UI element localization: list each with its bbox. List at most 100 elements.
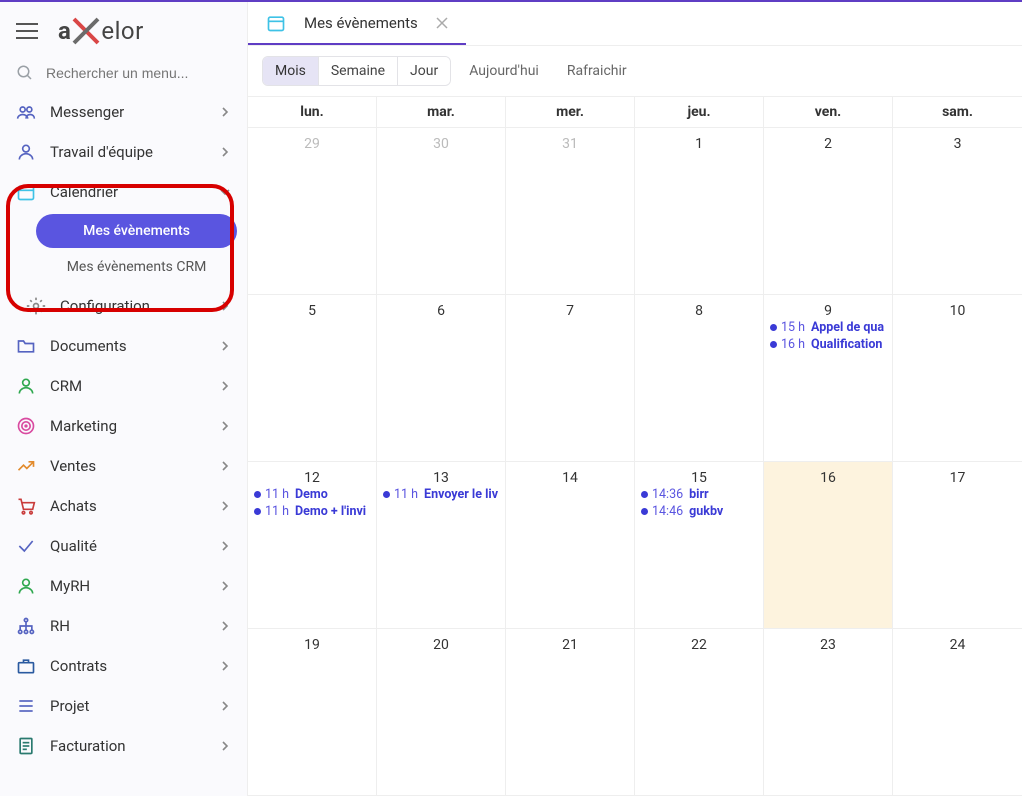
calendar-event[interactable]: 16 hQualification — [768, 336, 888, 353]
sidebar-item-crm[interactable]: CRM — [0, 366, 247, 406]
calendar-cell[interactable]: 1 — [635, 128, 764, 295]
calendar-cell[interactable]: 14 — [506, 462, 635, 629]
event-time: 15 h — [781, 320, 805, 335]
nav: MessengerTravail d'équipeCalendrierMes é… — [0, 92, 247, 796]
sidebar-subitem-mes-v-nements[interactable]: Mes évènements — [36, 214, 237, 248]
chevron-right-icon — [219, 580, 231, 592]
sidebar-item-ventes[interactable]: Ventes — [0, 446, 247, 486]
close-icon[interactable] — [436, 17, 448, 29]
calendar-event[interactable]: 14:36birr — [639, 486, 759, 503]
event-time: 16 h — [781, 337, 805, 352]
calendar-cell[interactable]: 17 — [893, 462, 1022, 629]
sidebar-item-configuration[interactable]: Configuration — [0, 286, 247, 326]
calendar-cell[interactable]: 3 — [893, 128, 1022, 295]
sidebar-item-travail-d-quipe[interactable]: Travail d'équipe — [0, 132, 247, 172]
search-input[interactable] — [46, 65, 231, 81]
chevron-right-icon — [219, 500, 231, 512]
day-number: 29 — [252, 132, 372, 152]
calendar-cell[interactable]: 1311 hEnvoyer le liv — [377, 462, 506, 629]
calendar-event[interactable]: 14:46gukbv — [639, 503, 759, 520]
day-number: 7 — [510, 299, 630, 319]
day-number: 13 — [381, 466, 501, 486]
sidebar-item-projet[interactable]: Projet — [0, 686, 247, 726]
calendar-cell[interactable]: 20 — [377, 629, 506, 796]
calendar-cell[interactable]: 21 — [506, 629, 635, 796]
calendar-cell[interactable]: 5 — [248, 295, 377, 462]
calendar-event[interactable]: 11 hDemo + l'invi — [252, 503, 372, 520]
sidebar-subitem-mes-v-nements-crm[interactable]: Mes évènements CRM — [36, 250, 237, 284]
sidebar-item-documents[interactable]: Documents — [0, 326, 247, 366]
calendar-cell[interactable]: 8 — [635, 295, 764, 462]
brand-logo[interactable]: a elor — [58, 16, 144, 46]
calendar-cell[interactable]: 31 — [506, 128, 635, 295]
calendar-cell[interactable]: 22 — [635, 629, 764, 796]
sidebar-item-label: Contrats — [50, 657, 107, 675]
cart-icon — [16, 496, 36, 516]
calendar-icon — [16, 182, 36, 202]
view-segment: MoisSemaineJour — [262, 56, 451, 86]
tab-my-events[interactable]: Mes évènements — [248, 2, 466, 45]
day-number: 23 — [768, 633, 888, 653]
calendar-event[interactable]: 11 hDemo — [252, 486, 372, 503]
calendar-cell[interactable]: 915 hAppel de qua16 hQualification — [764, 295, 893, 462]
view-mois-button[interactable]: Mois — [263, 57, 319, 85]
check-icon — [16, 536, 36, 556]
calendar-event[interactable]: 11 hEnvoyer le liv — [381, 486, 501, 503]
calendar-cell[interactable]: 19 — [248, 629, 377, 796]
sidebar-item-myrh[interactable]: MyRH — [0, 566, 247, 606]
sidebar-item-contrats[interactable]: Contrats — [0, 646, 247, 686]
chevron-right-icon — [219, 106, 231, 118]
sidebar-item-achats[interactable]: Achats — [0, 486, 247, 526]
briefcase-icon — [16, 656, 36, 676]
day-number: 22 — [639, 633, 759, 653]
view-semaine-button[interactable]: Semaine — [319, 57, 398, 85]
calendar-cell[interactable]: 16 — [764, 462, 893, 629]
sidebar-item-marketing[interactable]: Marketing — [0, 406, 247, 446]
event-title: Envoyer le liv — [424, 487, 498, 502]
menu-toggle-icon[interactable] — [16, 23, 38, 39]
event-title: Demo + l'invi — [295, 504, 366, 519]
day-number: 3 — [897, 132, 1018, 152]
day-number: 31 — [510, 132, 630, 152]
day-number: 1 — [639, 132, 759, 152]
calendar-cell[interactable]: 2 — [764, 128, 893, 295]
sidebar-item-label: Projet — [50, 697, 89, 715]
today-button[interactable]: Aujourd'hui — [459, 57, 549, 85]
chevron-right-icon — [219, 380, 231, 392]
sidebar-item-label: RH — [50, 617, 70, 635]
calendar-cell[interactable]: 1211 hDemo11 hDemo + l'invi — [248, 462, 377, 629]
trend-icon — [16, 456, 36, 476]
sidebar-item-qualit-[interactable]: Qualité — [0, 526, 247, 566]
search-icon[interactable] — [16, 64, 34, 82]
sidebar-item-rh[interactable]: RH — [0, 606, 247, 646]
sidebar-item-label: Facturation — [50, 737, 126, 755]
view-jour-button[interactable]: Jour — [398, 57, 450, 85]
calendar-cell[interactable]: 24 — [893, 629, 1022, 796]
sidebar-item-label: Qualité — [50, 537, 97, 555]
sidebar-item-calendrier[interactable]: Calendrier — [0, 172, 247, 212]
chevron-right-icon — [219, 540, 231, 552]
calendar-cell[interactable]: 30 — [377, 128, 506, 295]
sidebar-item-label: MyRH — [50, 577, 90, 595]
chevron-right-icon — [219, 660, 231, 672]
refresh-button[interactable]: Rafraichir — [557, 57, 637, 85]
calendar-cell[interactable]: 23 — [764, 629, 893, 796]
calendar-cell[interactable]: 6 — [377, 295, 506, 462]
calendar-event[interactable]: 15 hAppel de qua — [768, 319, 888, 336]
calendar-cell[interactable]: 1514:36birr14:46gukbv — [635, 462, 764, 629]
tabbar: Mes évènements — [248, 2, 1022, 46]
calendar-cell[interactable]: 10 — [893, 295, 1022, 462]
calendar-cell[interactable]: 7 — [506, 295, 635, 462]
toolbar: MoisSemaineJour Aujourd'hui Rafraichir — [248, 46, 1022, 96]
day-number: 14 — [510, 466, 630, 486]
sidebar-item-label: Achats — [50, 497, 97, 515]
list-icon — [16, 696, 36, 716]
sidebar-item-facturation[interactable]: Facturation — [0, 726, 247, 766]
sidebar-item-messenger[interactable]: Messenger — [0, 92, 247, 132]
sidebar-item-label: Travail d'équipe — [50, 143, 153, 161]
chevron-right-icon — [219, 620, 231, 632]
sidebar-item-label: Documents — [50, 337, 127, 355]
sidebar: a elor Messenger Travail d'équipe Calendri… — [0, 2, 248, 796]
calendar-cell[interactable]: 29 — [248, 128, 377, 295]
brand-prefix: a — [58, 17, 71, 45]
